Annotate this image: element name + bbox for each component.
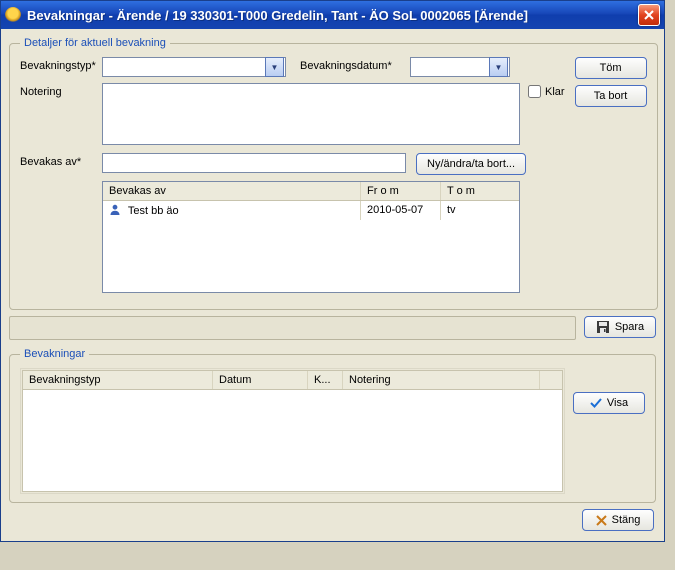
save-icon — [596, 320, 610, 334]
tom-button[interactable]: Töm — [575, 57, 647, 79]
status-box — [9, 316, 576, 340]
bevakningar-legend: Bevakningar — [20, 348, 89, 360]
bevakas-list-header: Bevakas av Fr o m T o m — [103, 182, 519, 201]
col-datum[interactable]: Datum — [213, 371, 308, 389]
titlebar: Bevakningar - Ärende / 19 330301-T000 Gr… — [1, 1, 664, 29]
list-item[interactable]: Test bb äo 2010-05-07 tv — [103, 201, 519, 220]
col-spacer — [540, 371, 562, 389]
statusbar-row: Spara — [9, 316, 656, 340]
bevakningar-group: Bevakningar Bevakningstyp Datum K... Not… — [9, 348, 656, 503]
klar-checkbox-wrap: Klar — [528, 83, 565, 98]
visa-button[interactable]: Visa — [573, 392, 645, 414]
bevakas-listview[interactable]: Bevakas av Fr o m T o m — [102, 181, 520, 293]
note-row: Notering Klar — [20, 83, 565, 145]
bevakningar-list-header: Bevakningstyp Datum K... Notering — [23, 371, 562, 390]
footer: Stäng — [582, 509, 654, 531]
bevakningstyp-dropdown[interactable]: ▼ — [102, 57, 286, 77]
right-button-column: Töm Ta bort — [575, 57, 647, 299]
bevakningar-listview[interactable]: Bevakningstyp Datum K... Notering — [22, 370, 563, 492]
check-icon — [590, 397, 602, 409]
window-title: Bevakningar - Ärende / 19 330301-T000 Gr… — [27, 8, 638, 23]
col-k[interactable]: K... — [308, 371, 343, 389]
chevron-down-icon: ▼ — [489, 57, 508, 77]
type-row: Bevakningstyp* ▼ Bevakningsdatum* ▼ — [20, 57, 565, 77]
close-icon — [644, 10, 654, 20]
bevakningar-list-body — [23, 390, 562, 491]
app-icon — [5, 7, 21, 23]
stang-button[interactable]: Stäng — [582, 509, 654, 531]
cell-tom: tv — [441, 201, 519, 220]
client-area: Detaljer för aktuell bevakning Bevakning… — [1, 29, 664, 517]
klar-checkbox[interactable] — [528, 85, 541, 98]
col-tom[interactable]: T o m — [441, 182, 519, 200]
window-frame: Bevakningar - Ärende / 19 330301-T000 Gr… — [0, 0, 665, 542]
close-x-icon — [596, 515, 607, 526]
ny-andra-ta-bort-button[interactable]: Ny/ändra/ta bort... — [416, 153, 526, 175]
col-bevakas-av[interactable]: Bevakas av — [103, 182, 361, 200]
klar-label: Klar — [545, 86, 565, 98]
bevakas-list-row: Bevakas av Fr o m T o m — [20, 181, 565, 293]
detail-group: Detaljer för aktuell bevakning Bevakning… — [9, 37, 658, 310]
chevron-down-icon: ▼ — [265, 57, 284, 77]
bevakningsdatum-dropdown[interactable]: ▼ — [410, 57, 510, 77]
col-bevakningstyp[interactable]: Bevakningstyp — [23, 371, 213, 389]
bevakas-row: Bevakas av* Ny/ändra/ta bort... — [20, 153, 565, 175]
bevakas-input[interactable] — [102, 153, 406, 173]
spara-button[interactable]: Spara — [584, 316, 656, 338]
col-from[interactable]: Fr o m — [361, 182, 441, 200]
person-icon — [109, 204, 121, 216]
bevakningar-button-column: Visa — [573, 368, 645, 494]
bevakningar-list-wrap: Bevakningstyp Datum K... Notering — [20, 368, 565, 494]
bevakas-list-body: Test bb äo 2010-05-07 tv — [103, 201, 519, 292]
detail-legend: Detaljer för aktuell bevakning — [20, 37, 170, 49]
note-label: Notering — [20, 83, 102, 98]
close-button[interactable] — [638, 4, 660, 26]
tabort-button[interactable]: Ta bort — [575, 85, 647, 107]
type-label: Bevakningstyp* — [20, 57, 102, 72]
cell-name: Test bb äo — [128, 205, 179, 217]
col-notering[interactable]: Notering — [343, 371, 540, 389]
date-label: Bevakningsdatum* — [300, 57, 410, 72]
notering-textarea[interactable] — [102, 83, 520, 145]
bevakas-label: Bevakas av* — [20, 153, 102, 168]
cell-from: 2010-05-07 — [361, 201, 441, 220]
